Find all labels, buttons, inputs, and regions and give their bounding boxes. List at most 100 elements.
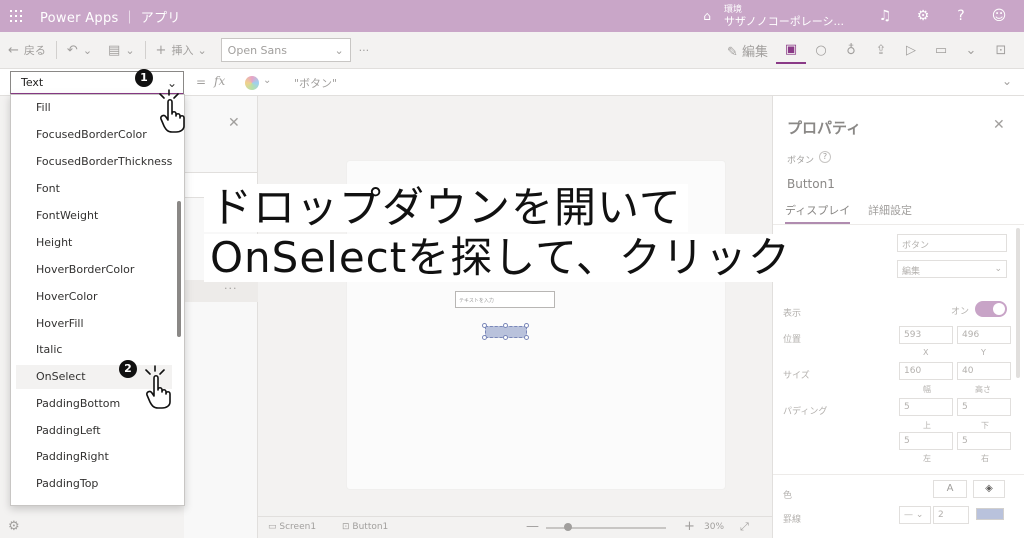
dropdown-item-paddingtop[interactable]: PaddingTop bbox=[16, 472, 172, 496]
dropdown-item-italic[interactable]: Italic bbox=[16, 338, 172, 362]
status-screen-crumb[interactable]: ▭ Screen1 bbox=[268, 522, 316, 532]
publish-icon[interactable]: ⊡ bbox=[986, 43, 1016, 58]
app-title: Power Apps ｜ アプリ bbox=[40, 10, 181, 26]
chevron-down-icon: ⌄ bbox=[82, 43, 93, 57]
gear-icon[interactable]: ⚙ bbox=[904, 8, 942, 24]
border-style-select[interactable]: — ⌄ bbox=[899, 506, 931, 524]
close-icon[interactable]: ✕ bbox=[228, 115, 240, 131]
dropdown-item-fill[interactable]: Fill bbox=[16, 96, 172, 120]
height-label: 高さ bbox=[975, 385, 991, 394]
zoom-out-icon[interactable]: — bbox=[526, 519, 539, 534]
padding-top-input[interactable]: 5 bbox=[899, 398, 953, 416]
dropdown-item-focusedborderthickness[interactable]: FocusedBorderThickness bbox=[16, 150, 172, 174]
resize-handle[interactable] bbox=[482, 323, 487, 328]
padding-bottom-input[interactable]: 5 bbox=[957, 398, 1011, 416]
text-input-control[interactable]: テキストを入力 bbox=[455, 291, 555, 308]
resize-handle[interactable] bbox=[503, 323, 508, 328]
insert-button[interactable]: + 挿入 ⌄ bbox=[148, 32, 215, 68]
properties-title: プロパティ bbox=[787, 119, 862, 137]
environment-switcher[interactable]: ⌂ 環境 サザノノコーポレーシ... bbox=[698, 4, 844, 28]
control-type: ボタン bbox=[787, 156, 815, 166]
dropdown-scrollbar[interactable] bbox=[177, 201, 181, 337]
back-button[interactable]: ← 戻る bbox=[0, 32, 54, 68]
dropdown-item-height[interactable]: Height bbox=[16, 231, 172, 255]
hand-pointer-icon bbox=[145, 365, 171, 409]
left-label: 左 bbox=[923, 454, 931, 463]
divider bbox=[55, 41, 57, 59]
dropdown-item-font[interactable]: Font bbox=[16, 177, 172, 201]
expand-formula-icon[interactable]: ⌄ bbox=[1002, 74, 1012, 88]
font-select[interactable]: Open Sans ⌄ bbox=[220, 38, 351, 62]
clipboard-icon: ▤ bbox=[108, 42, 121, 58]
fit-to-window-icon[interactable]: ⤢ bbox=[740, 520, 749, 534]
padding-right-input[interactable]: 5 bbox=[957, 432, 1011, 450]
chevron-down-icon[interactable]: ⌄ bbox=[956, 43, 986, 58]
visible-toggle[interactable] bbox=[975, 301, 1007, 317]
save-icon[interactable]: ▭ bbox=[926, 43, 956, 58]
tab-advanced[interactable]: 詳細設定 bbox=[868, 202, 912, 218]
property-dropdown-list: Fill FocusedBorderColor FocusedBorderThi… bbox=[10, 94, 185, 506]
y-label: Y bbox=[981, 348, 986, 357]
back-arrow-icon: ← bbox=[8, 42, 19, 58]
help-icon[interactable]: ? bbox=[819, 151, 831, 163]
comments-icon[interactable]: ○ bbox=[806, 43, 836, 58]
visible-state: オン bbox=[951, 307, 970, 317]
status-button-crumb[interactable]: ⊡ Button1 bbox=[342, 522, 388, 532]
environment-icon: ⌂ bbox=[703, 9, 711, 23]
fill-color-button[interactable]: ◈ bbox=[973, 480, 1005, 498]
app-checker-icon[interactable]: ▣ bbox=[776, 36, 806, 64]
share-icon[interactable]: ⇪ bbox=[866, 43, 896, 58]
height-input[interactable]: 40 bbox=[957, 362, 1011, 380]
play-icon[interactable]: ▷ bbox=[896, 43, 926, 58]
properties-scrollbar[interactable] bbox=[1016, 228, 1020, 378]
dropdown-item-paddingleft[interactable]: PaddingLeft bbox=[16, 419, 172, 443]
dropdown-item-hoverfill[interactable]: HoverFill bbox=[16, 312, 172, 336]
padding-left-input[interactable]: 5 bbox=[899, 432, 953, 450]
font-color-button[interactable]: A bbox=[933, 480, 967, 498]
paste-button[interactable]: ▤ ⌄ bbox=[100, 32, 143, 68]
resize-handle[interactable] bbox=[524, 335, 529, 340]
person-icon[interactable]: ☺ bbox=[980, 8, 1018, 24]
size-label: サイズ bbox=[783, 371, 810, 381]
width-input[interactable]: 160 bbox=[899, 362, 953, 380]
dropdown-item-hovercolor[interactable]: HoverColor bbox=[16, 285, 172, 309]
dropdown-item-fontweight[interactable]: FontWeight bbox=[16, 204, 172, 228]
position-y-input[interactable]: 496 bbox=[957, 326, 1011, 344]
border-color-swatch[interactable] bbox=[976, 508, 1004, 520]
bell-icon[interactable]: ♫ bbox=[866, 8, 904, 24]
copilot-icon[interactable] bbox=[245, 76, 259, 90]
app-launcher-icon[interactable] bbox=[0, 0, 32, 32]
resize-handle[interactable] bbox=[524, 323, 529, 328]
equals-sign: = bbox=[196, 75, 207, 89]
resize-handle[interactable] bbox=[503, 335, 508, 340]
position-x-input[interactable]: 593 bbox=[899, 326, 953, 344]
edit-button[interactable]: ✎ 編集 bbox=[719, 41, 776, 60]
stethoscope-icon[interactable]: ♁ bbox=[836, 43, 866, 58]
more-commands-button[interactable]: ··· bbox=[351, 32, 378, 68]
chevron-down-icon: ⌄ bbox=[125, 43, 135, 57]
plus-icon: + bbox=[155, 42, 167, 58]
fx-icon: fx bbox=[214, 74, 226, 88]
undo-button[interactable]: ↶ ⌄ bbox=[59, 32, 100, 68]
zoom-slider-knob[interactable] bbox=[564, 523, 572, 531]
right-label: 右 bbox=[981, 454, 989, 463]
command-bar: ← 戻る ↶ ⌄ ▤ ⌄ + 挿入 ⌄ Open Sans ⌄ ··· ✎ 編集 ▣… bbox=[0, 32, 1024, 68]
dropdown-item-focusedbordercolor[interactable]: FocusedBorderColor bbox=[16, 123, 172, 147]
text-field[interactable]: ボタン bbox=[897, 234, 1007, 252]
chevron-down-icon[interactable]: ⌄ bbox=[263, 75, 271, 86]
display-mode-value: 編集 bbox=[902, 267, 921, 277]
formula-input[interactable]: "ボタン" bbox=[294, 75, 337, 91]
dropdown-item-hoverbordercolor[interactable]: HoverBorderColor bbox=[16, 258, 172, 282]
undo-icon: ↶ bbox=[66, 42, 78, 58]
help-icon[interactable]: ? bbox=[942, 8, 980, 24]
close-icon[interactable]: ✕ bbox=[993, 117, 1005, 133]
dropdown-item-paddingright[interactable]: PaddingRight bbox=[16, 445, 172, 469]
properties-panel: プロパティ ✕ ボタン ? Button1 ディスプレイ 詳細設定 ボタン 編集… bbox=[772, 96, 1024, 538]
status-screen-label: Screen1 bbox=[279, 522, 317, 532]
insert-label: 挿入 bbox=[171, 44, 194, 57]
settings-gear-icon[interactable]: ⚙ bbox=[8, 519, 20, 534]
resize-handle[interactable] bbox=[482, 335, 487, 340]
zoom-in-icon[interactable]: + bbox=[684, 519, 695, 534]
display-mode-select[interactable]: 編集 ⌄ bbox=[897, 260, 1007, 278]
border-width-input[interactable]: 2 bbox=[933, 506, 969, 524]
